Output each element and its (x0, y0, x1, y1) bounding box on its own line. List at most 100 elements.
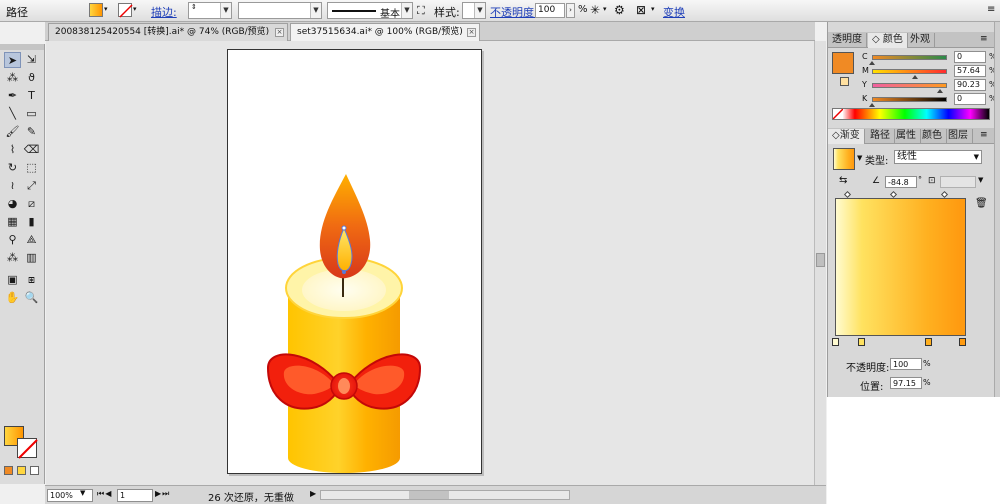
channel-value[interactable]: 90.23 (954, 79, 986, 91)
artboard-icon[interactable]: ▣ (4, 272, 21, 288)
free-transform-icon[interactable]: ⤢ (23, 178, 40, 194)
zoom-select[interactable]: 100% (47, 489, 93, 502)
tab-pathfinder[interactable]: 路径 (866, 129, 895, 144)
horizontal-scrollbar[interactable] (320, 490, 570, 500)
slider-thumb[interactable] (869, 103, 875, 107)
close-icon[interactable]: × (275, 28, 284, 37)
tab-color-2[interactable]: 颜色 (918, 129, 947, 144)
warp-icon[interactable]: ≀ (4, 178, 21, 194)
stroke-dropdown[interactable]: ▾ (133, 2, 142, 19)
out-of-gamut-icon[interactable] (840, 77, 849, 86)
current-color-swatch[interactable] (832, 52, 854, 74)
pen-icon[interactable]: ✒ (4, 88, 21, 104)
eyedropper-icon[interactable]: ⚲ (4, 232, 21, 248)
panel-dock-edge[interactable] (994, 22, 1000, 397)
selection-icon[interactable]: ➤ (4, 52, 21, 68)
none-color-icon[interactable] (833, 109, 843, 119)
opacity-link[interactable]: 不透明度: (490, 4, 538, 20)
stroke-weight-field[interactable]: ⇕ ▼ (188, 2, 232, 19)
slider-thumb[interactable] (869, 61, 875, 65)
opacity-input[interactable]: 100 (535, 3, 565, 18)
channel-value[interactable]: 0 (954, 51, 986, 63)
angle-input[interactable]: -84.8 (885, 176, 917, 188)
tab-transparency[interactable]: 透明度 (828, 33, 867, 48)
direct-selection-icon[interactable]: ⇲ (23, 52, 40, 68)
line-icon[interactable]: ╲ (4, 106, 21, 122)
gradient-stop[interactable] (958, 338, 966, 346)
gradient-midpoint[interactable] (940, 190, 949, 199)
variable-width-profile[interactable]: ▼ (238, 2, 322, 19)
slider-track[interactable] (872, 97, 947, 102)
channel-value[interactable]: 0 (954, 93, 986, 105)
shape-builder-icon[interactable]: ◕ (4, 196, 21, 212)
reverse-gradient-icon[interactable]: ⇆ (839, 175, 847, 186)
canvas-area[interactable] (46, 41, 814, 485)
candle-artwork[interactable] (228, 50, 483, 475)
next-page-icon[interactable]: ▶⏭ (155, 489, 170, 499)
blob-brush-icon[interactable]: ⌇ (4, 142, 21, 158)
panel-grip[interactable] (0, 44, 44, 50)
close-icon[interactable]: × (467, 28, 476, 37)
chevron-down-icon[interactable]: ▼ (80, 489, 85, 497)
channel-value[interactable]: 57.64 (954, 65, 986, 77)
chevron-down-icon[interactable]: ▾ (603, 5, 607, 13)
graph-icon[interactable]: ▥ (23, 250, 40, 266)
panel-menu-icon[interactable]: ≡ (980, 34, 988, 44)
tool-stroke-swatch[interactable] (17, 438, 38, 459)
eraser-icon[interactable]: ⌫ (23, 142, 40, 158)
color-spectrum[interactable] (832, 108, 990, 120)
gradient-stop[interactable] (831, 338, 839, 346)
rectangle-icon[interactable]: ▭ (23, 106, 40, 122)
panel-menu-icon[interactable]: ≡ (980, 130, 988, 140)
scrollbar-thumb[interactable] (409, 491, 449, 499)
gradient-preview-swatch[interactable] (833, 148, 855, 170)
page-select[interactable]: 1 (117, 489, 153, 502)
fill-dropdown[interactable]: ▾ (104, 2, 113, 19)
mesh-icon[interactable]: ▦ (4, 214, 21, 230)
tab-layers[interactable]: 图层 (944, 129, 973, 144)
slider-thumb[interactable] (936, 89, 943, 93)
gradient-stops[interactable] (831, 338, 966, 348)
chevron-right-icon[interactable]: ▶ (310, 489, 316, 498)
trash-icon[interactable]: 🗑 (975, 198, 988, 209)
stop-location-input[interactable]: 97.15 (890, 377, 922, 389)
first-page-icon[interactable]: ⏮◀ (97, 489, 112, 499)
gradient-ramp[interactable] (835, 198, 966, 336)
wand-icon[interactable]: ✳ (590, 3, 600, 17)
color-mode-icon[interactable] (4, 466, 13, 475)
gradient-mode-icon[interactable] (17, 466, 26, 475)
graphic-style-picker[interactable]: ▼ (462, 2, 486, 19)
gradient-midpoint[interactable] (889, 190, 897, 199)
rotate-icon[interactable]: ↻ (4, 160, 21, 176)
gear-icon[interactable]: ⚙ (614, 3, 625, 17)
tab-document-1[interactable]: 200838125420554 [转换].ai* @ 74% (RGB/预览) … (48, 23, 288, 41)
magic-wand-icon[interactable]: ⁂ (4, 70, 21, 86)
gradient-icon[interactable]: ▮ (23, 214, 40, 230)
fill-swatch[interactable] (89, 3, 103, 17)
panel-menu-icon[interactable]: ≡ (987, 4, 995, 15)
hand-icon[interactable]: ✋ (4, 290, 21, 306)
gradient-stop[interactable] (857, 338, 865, 346)
blend-icon[interactable]: ⟁ (23, 232, 40, 248)
align-grid-icon[interactable]: ⊠ (636, 3, 646, 17)
scrollbar-thumb[interactable] (816, 253, 825, 267)
tab-document-2[interactable]: set37515634.ai* @ 100% (RGB/预览) × (290, 23, 480, 41)
tab-appearance[interactable]: 外观 (906, 33, 935, 48)
recolor-icon[interactable]: ⛶ (417, 4, 425, 18)
none-mode-icon[interactable] (30, 466, 39, 475)
slider-track[interactable] (872, 55, 947, 60)
gradient-midpoint[interactable] (844, 190, 852, 199)
transform-link[interactable]: 变换 (663, 4, 685, 20)
chevron-down-icon[interactable]: ▾ (651, 5, 655, 13)
stop-opacity-input[interactable]: 100 (890, 358, 922, 370)
zoom-icon[interactable]: 🔍 (23, 290, 40, 306)
artboard[interactable] (227, 49, 482, 474)
slider-thumb[interactable] (912, 75, 919, 79)
chevron-down-icon[interactable]: ▼ (857, 154, 862, 162)
tab-color[interactable]: ◇ 颜色 (868, 33, 908, 48)
chevron-right-icon[interactable]: › (566, 3, 575, 18)
scale-icon[interactable]: ⬚ (23, 160, 40, 176)
pencil-icon[interactable]: ✎ (23, 124, 40, 140)
slider-track[interactable] (872, 83, 947, 88)
lasso-icon[interactable]: ϑ (23, 70, 40, 86)
